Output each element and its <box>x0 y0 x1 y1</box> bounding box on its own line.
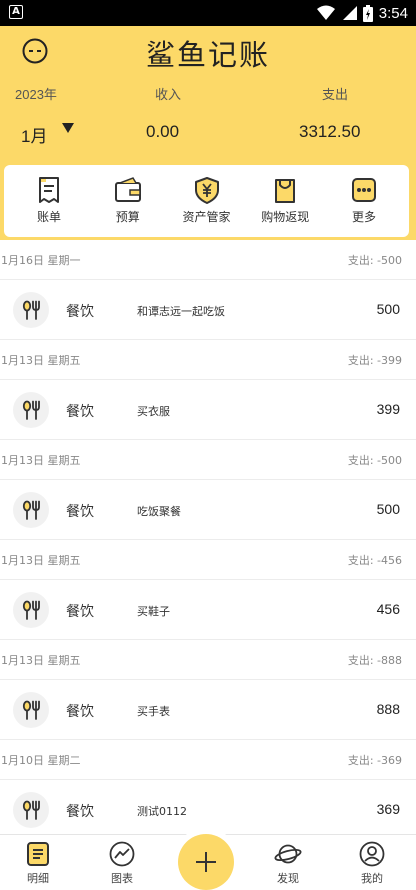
shield-yen-icon <box>194 177 219 204</box>
date-header: 1月13日 星期五 支出: -500 <box>0 440 416 480</box>
date-label: 1月10日 星期二 <box>1 753 81 767</box>
more-icon <box>352 178 376 202</box>
tab-charts[interactable]: 图表 <box>92 840 152 886</box>
transaction-note: 测试0112 <box>137 805 187 818</box>
transaction-note: 吃饭聚餐 <box>137 505 181 518</box>
shortcut-bar: 账单 预算 资产管家 购物返现 更多 <box>4 165 409 237</box>
signal-icon <box>342 6 357 20</box>
category-label: 餐饮 <box>66 504 94 520</box>
day-summary: 支出: -888 <box>347 653 402 667</box>
dining-icon <box>22 800 40 820</box>
dining-icon <box>22 400 40 420</box>
transaction-amount: 369 <box>376 801 400 817</box>
category-icon-wrap <box>13 392 49 428</box>
transaction-row[interactable]: 餐饮 买鞋子 456 <box>0 580 416 640</box>
transaction-row[interactable]: 餐饮 测试0112 369 <box>0 780 416 834</box>
expense-value: 3312.50 <box>299 122 361 141</box>
category-icon-wrap <box>13 792 49 828</box>
income-value: 0.00 <box>146 122 180 141</box>
dining-icon <box>22 300 40 320</box>
transaction-list[interactable]: 1月16日 星期一 支出: -500 餐饮 和谭志远一起吃饭 500 1月13日… <box>0 240 416 834</box>
dropdown-arrow-icon[interactable] <box>62 123 74 133</box>
battery-icon <box>362 4 373 22</box>
category-icon-wrap <box>13 292 49 328</box>
tab-discover[interactable]: 发现 <box>258 840 318 886</box>
transaction-row[interactable]: 餐饮 和谭志远一起吃饭 500 <box>0 280 416 340</box>
shortcut-cashback[interactable]: 购物返现 <box>246 165 324 237</box>
chart-icon <box>109 841 135 867</box>
category-icon-wrap <box>13 692 49 728</box>
date-label: 1月13日 星期五 <box>1 653 81 667</box>
category-icon-wrap <box>13 592 49 628</box>
day-summary: 支出: -399 <box>347 353 402 367</box>
category-label: 餐饮 <box>66 704 94 720</box>
wifi-icon <box>316 5 335 20</box>
tab-details[interactable]: 明细 <box>8 840 68 886</box>
month-selector[interactable]: 1月 <box>21 122 47 147</box>
profile-icon <box>359 841 385 867</box>
transaction-note: 买手表 <box>137 705 170 718</box>
shortcut-more[interactable]: 更多 <box>325 165 403 237</box>
date-header: 1月10日 星期二 支出: -369 <box>0 740 416 780</box>
wallet-icon <box>114 177 141 202</box>
dining-icon <box>22 700 40 720</box>
dining-icon <box>22 500 40 520</box>
category-label: 餐饮 <box>66 804 94 820</box>
transaction-amount: 399 <box>376 401 400 417</box>
transaction-amount: 888 <box>376 701 400 717</box>
category-label: 餐饮 <box>66 604 94 620</box>
details-icon <box>27 842 49 866</box>
bill-icon <box>39 177 59 203</box>
tab-profile[interactable]: 我的 <box>342 840 402 886</box>
day-summary: 支出: -369 <box>347 753 402 767</box>
transaction-row[interactable]: 餐饮 吃饭聚餐 500 <box>0 480 416 540</box>
add-record-button[interactable] <box>178 834 234 890</box>
date-header: 1月13日 星期五 支出: -888 <box>0 640 416 680</box>
clock: 3:54 <box>378 4 408 22</box>
shopping-bag-icon <box>275 179 296 203</box>
date-header: 1月13日 星期五 支出: -399 <box>0 340 416 380</box>
date-header: 1月16日 星期一 支出: -500 <box>0 240 416 280</box>
notification-icon: A <box>9 5 23 19</box>
transaction-row[interactable]: 餐饮 买手表 888 <box>0 680 416 740</box>
app-title: 鲨鱼记账 <box>145 38 270 72</box>
transaction-note: 买衣服 <box>137 405 170 418</box>
day-summary: 支出: -500 <box>347 453 402 467</box>
year-label[interactable]: 2023年 <box>15 84 57 103</box>
date-label: 1月13日 星期五 <box>1 553 81 567</box>
transaction-row[interactable]: 餐饮 买衣服 399 <box>0 380 416 440</box>
day-summary: 支出: -500 <box>347 253 402 267</box>
planet-icon <box>274 844 302 864</box>
date-header: 1月13日 星期五 支出: -456 <box>0 540 416 580</box>
expense-label: 支出 <box>322 87 349 102</box>
transaction-amount: 500 <box>376 301 400 317</box>
income-label: 收入 <box>155 87 182 102</box>
date-label: 1月13日 星期五 <box>1 453 81 467</box>
shortcut-assets[interactable]: 资产管家 <box>168 165 246 237</box>
shortcut-bill[interactable]: 账单 <box>10 165 88 237</box>
transaction-amount: 456 <box>376 601 400 617</box>
transaction-note: 买鞋子 <box>137 605 170 618</box>
shortcut-budget[interactable]: 预算 <box>89 165 167 237</box>
day-summary: 支出: -456 <box>347 553 402 567</box>
transaction-amount: 500 <box>376 501 400 517</box>
category-icon-wrap <box>13 492 49 528</box>
transaction-note: 和谭志远一起吃饭 <box>137 305 225 318</box>
date-label: 1月13日 星期五 <box>1 353 81 367</box>
date-label: 1月16日 星期一 <box>1 253 81 267</box>
category-label: 餐饮 <box>66 404 94 420</box>
dining-icon <box>22 600 40 620</box>
category-label: 餐饮 <box>66 304 94 320</box>
status-bar: A 3:54 <box>0 0 416 26</box>
